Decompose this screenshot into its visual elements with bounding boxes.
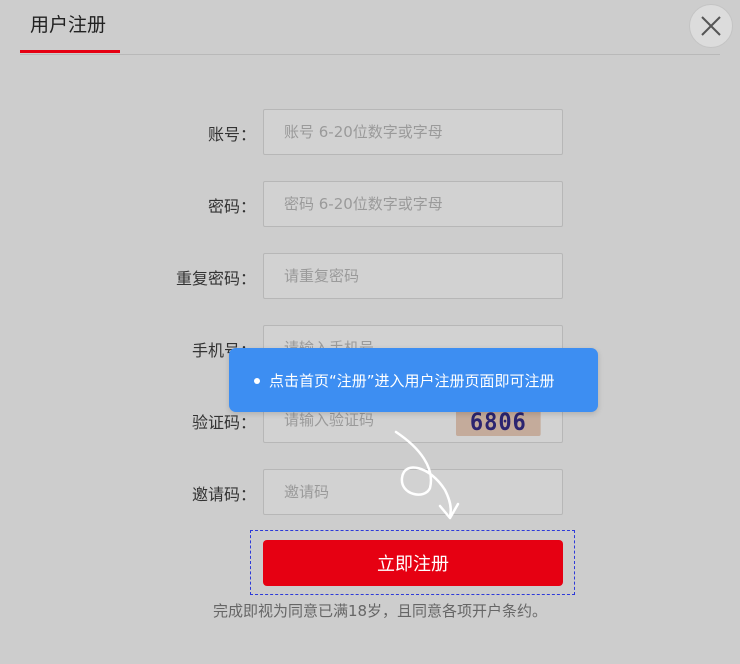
repeat-password-input[interactable]: [263, 253, 563, 299]
agreement-text: 完成即视为同意已满18岁，且同意各项开户条约。: [212, 602, 548, 620]
invite-label: 邀请码：: [191, 485, 256, 504]
repeat-password-label: 重复密码：: [175, 269, 256, 288]
repeat-password-row: 重复密码：: [0, 253, 740, 299]
tab-register[interactable]: 用户注册: [30, 10, 106, 37]
account-row: 账号：: [0, 109, 740, 155]
password-label: 密码：: [207, 197, 256, 216]
tooltip-text: 点击首页“注册”进入用户注册页面即可注册: [269, 372, 555, 390]
close-button[interactable]: [689, 4, 733, 48]
register-button[interactable]: 立即注册: [263, 540, 563, 586]
guide-tooltip: 点击首页“注册”进入用户注册页面即可注册: [229, 348, 598, 412]
password-input[interactable]: [263, 181, 563, 227]
password-row: 密码：: [0, 181, 740, 227]
invite-row: 邀请码：: [0, 469, 740, 515]
captcha-label: 验证码：: [191, 413, 256, 432]
curved-arrow-icon: [394, 430, 460, 520]
close-icon: [701, 16, 721, 36]
tab-header: 用户注册: [20, 0, 720, 55]
account-label: 账号：: [207, 125, 256, 144]
tab-active-indicator: [20, 50, 120, 53]
account-input[interactable]: [263, 109, 563, 155]
bullet-icon: [254, 378, 260, 384]
